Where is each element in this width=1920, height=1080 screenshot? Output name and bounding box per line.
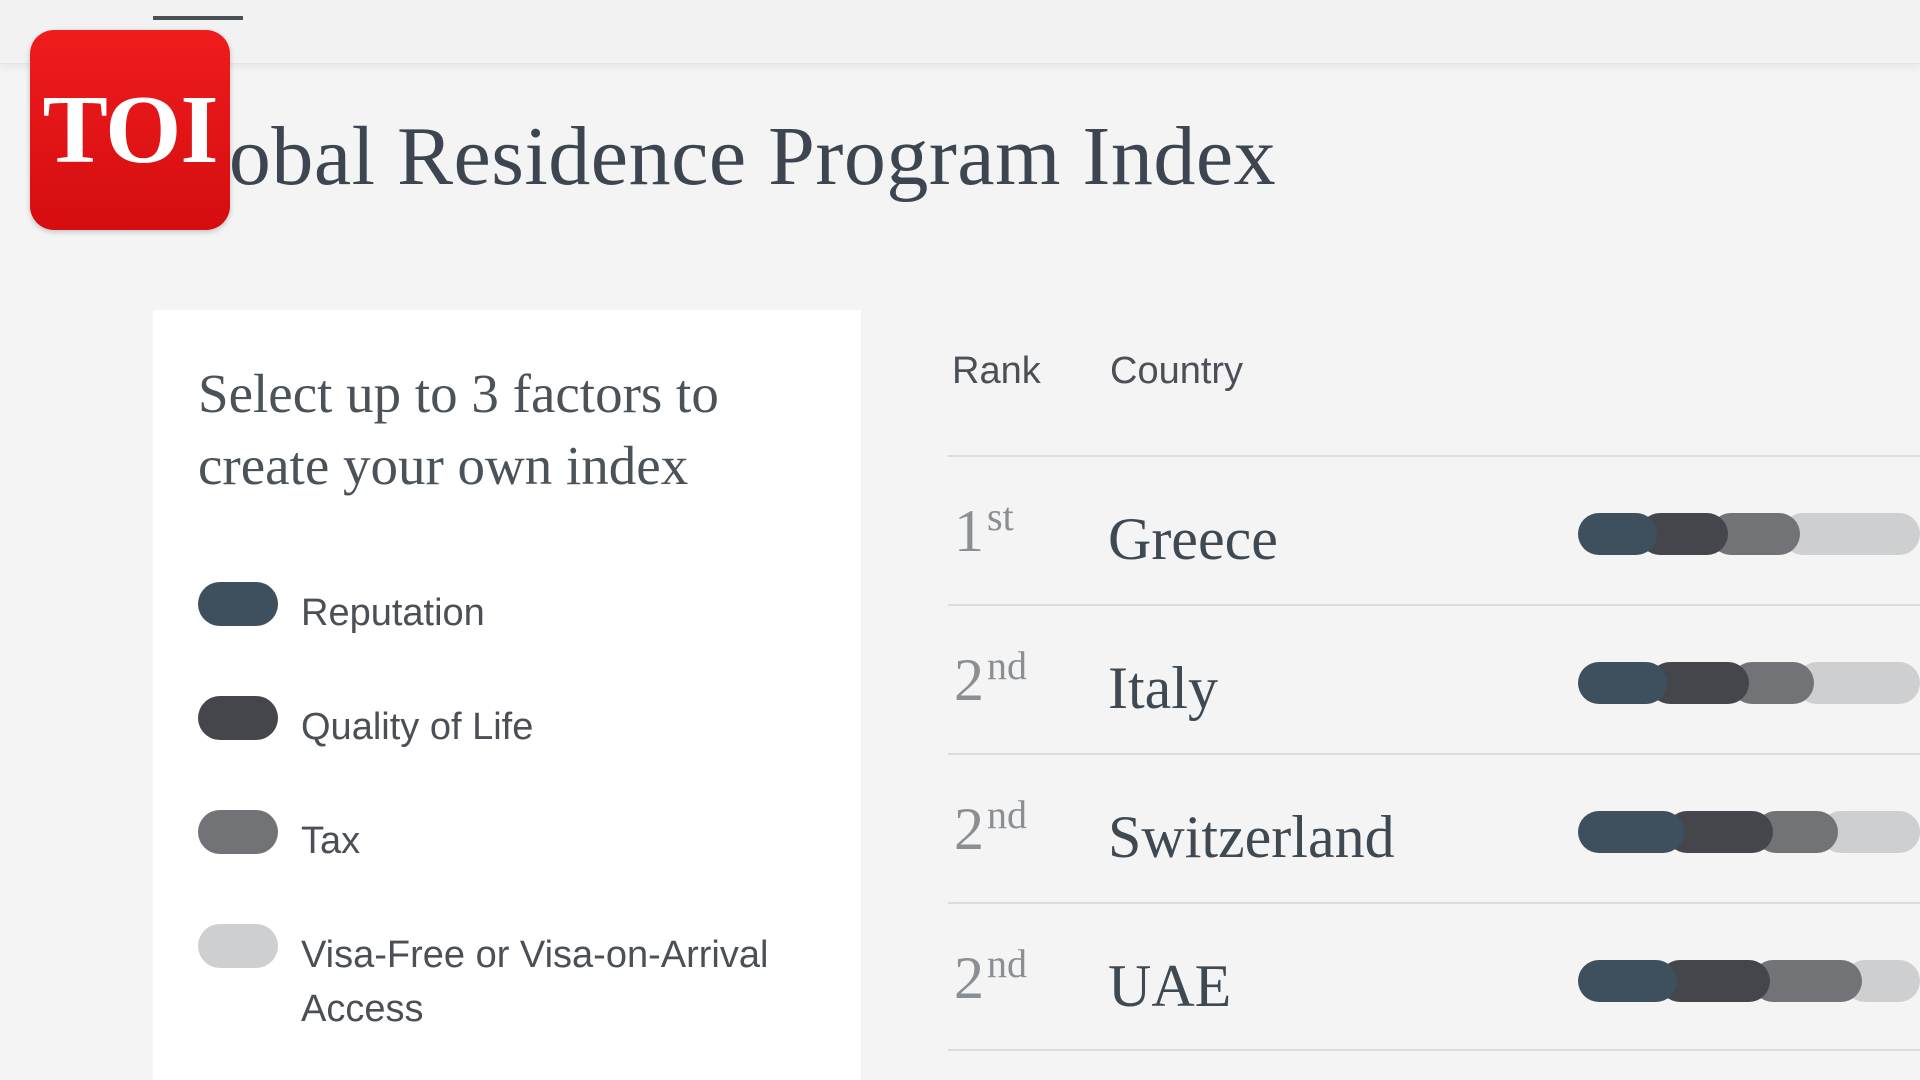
quality-of-life-pill-icon[interactable] xyxy=(198,696,278,740)
rank-value: 2nd xyxy=(954,941,1027,1011)
toi-logo-text: TOI xyxy=(42,76,219,184)
toi-logo[interactable]: TOI xyxy=(30,30,230,230)
top-bar xyxy=(0,0,1920,64)
page-title: lobal Residence Program Index xyxy=(205,110,1277,203)
ranking-table: 1st Greece 2nd Italy 2nd Switzerland 2nd… xyxy=(948,455,1920,1051)
country-name: Greece xyxy=(1108,506,1278,572)
factor-tax[interactable]: Tax xyxy=(198,810,838,924)
table-row[interactable]: 1st Greece xyxy=(948,455,1920,604)
reputation-segment xyxy=(1578,662,1667,704)
reputation-segment xyxy=(1578,513,1657,555)
factor-label: Reputation xyxy=(301,592,485,634)
rank-value: 2nd xyxy=(954,792,1027,862)
score-bar xyxy=(1578,662,1920,704)
factor-reputation[interactable]: Reputation xyxy=(198,582,838,696)
factor-prompt: Select up to 3 factors to create your ow… xyxy=(198,363,719,496)
factor-label: Tax xyxy=(301,820,361,862)
factor-list: Reputation Quality of Life Tax Visa-Free… xyxy=(198,582,838,1038)
factor-visa-access[interactable]: Visa-Free or Visa-on-Arrival Access xyxy=(198,924,838,1038)
tax-pill-icon[interactable] xyxy=(198,810,278,854)
country-name: UAE xyxy=(1108,953,1232,1019)
table-row[interactable]: 2nd UAE xyxy=(948,902,1920,1051)
rank-column-header[interactable]: Rank xyxy=(952,350,1041,393)
factor-label: Visa-Free or Visa-on-Arrival Access xyxy=(301,934,769,1030)
score-bar xyxy=(1578,960,1920,1002)
reputation-pill-icon[interactable] xyxy=(198,582,278,626)
rank-value: 2nd xyxy=(954,643,1027,713)
reputation-segment xyxy=(1578,811,1685,853)
table-row[interactable]: 2nd Italy xyxy=(948,604,1920,753)
country-name: Switzerland xyxy=(1108,804,1395,870)
table-row[interactable]: 2nd Switzerland xyxy=(948,753,1920,902)
factor-label: Quality of Life xyxy=(301,706,534,748)
country-column-header[interactable]: Country xyxy=(1110,350,1243,393)
factor-quality-of-life[interactable]: Quality of Life xyxy=(198,696,838,810)
visa-access-segment xyxy=(1795,662,1920,704)
factor-selector-panel: Select up to 3 factors to create your ow… xyxy=(153,310,861,1080)
score-bar xyxy=(1578,513,1920,555)
reputation-segment xyxy=(1578,960,1678,1002)
visa-access-pill-icon[interactable] xyxy=(198,924,278,968)
score-bar xyxy=(1578,811,1920,853)
menu-tab-indicator[interactable] xyxy=(153,16,243,20)
visa-access-segment xyxy=(1782,513,1920,555)
country-name: Italy xyxy=(1108,655,1218,721)
rank-value: 1st xyxy=(954,494,1014,564)
